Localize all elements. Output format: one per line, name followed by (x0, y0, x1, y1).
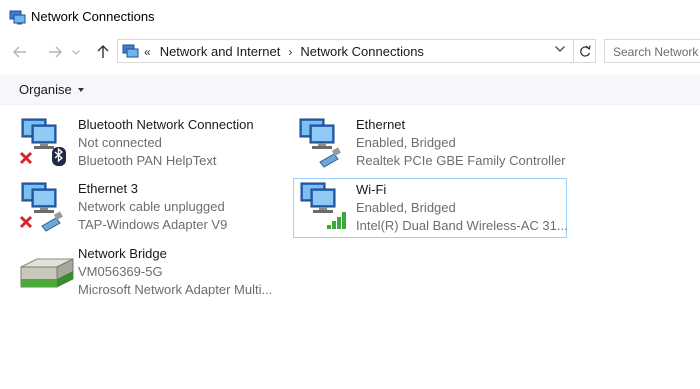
connection-device: Microsoft Network Adapter Multi... (78, 282, 273, 297)
ethernet-network-icon (299, 118, 341, 168)
window-title: Network Connections (31, 9, 155, 24)
connection-device: Bluetooth PAN HelpText (78, 153, 217, 168)
command-bar: Organise (0, 75, 700, 105)
search-placeholder: Search Network (613, 45, 699, 59)
organise-menu-button[interactable]: Organise (19, 82, 84, 97)
ethernet-network-icon (19, 182, 63, 232)
refresh-button[interactable] (573, 39, 596, 63)
error-x-icon (19, 151, 33, 165)
navigation-bar: « Network and Internet › Network Connect… (0, 37, 700, 67)
address-bar[interactable]: « Network and Internet › Network Connect… (117, 39, 596, 63)
connection-text: Bluetooth Network Connection Not connect… (78, 116, 254, 170)
breadcrumb-separator[interactable]: › (288, 45, 292, 59)
connection-status: Not connected (78, 135, 162, 150)
connection-item-wifi[interactable]: Wi-Fi Enabled, Bridged Intel(R) Dual Ban… (293, 178, 568, 238)
connection-device: Realtek PCIe GBE Family Controller (356, 153, 566, 168)
connection-name: Bluetooth Network Connection (78, 117, 254, 132)
connection-name: Ethernet (356, 117, 406, 132)
recent-locations-button[interactable] (69, 41, 83, 63)
title-bar: Network Connections (0, 0, 700, 36)
connection-text: Network Bridge VM056369-5G Microsoft Net… (78, 245, 272, 299)
chevron-down-icon (72, 49, 80, 55)
breadcrumb: « Network and Internet › Network Connect… (144, 44, 424, 59)
caret-down-icon (77, 87, 84, 92)
connection-status: Network cable unplugged (78, 199, 225, 214)
connection-status: Enabled, Bridged (356, 200, 456, 215)
connection-name: Wi-Fi (356, 182, 387, 197)
forward-button[interactable] (44, 41, 66, 63)
connection-device: Intel(R) Dual Band Wireless-AC 31... (356, 218, 568, 233)
connection-name: Network Bridge (78, 246, 167, 261)
connection-name: Ethernet 3 (78, 181, 138, 196)
back-arrow-icon (13, 46, 26, 58)
connection-status: Enabled, Bridged (356, 135, 456, 150)
connection-text: Ethernet 3 Network cable unplugged TAP-W… (78, 180, 227, 234)
organise-label: Organise (19, 82, 72, 97)
refresh-icon (580, 44, 591, 57)
connection-item-ethernet[interactable]: Ethernet Enabled, Bridged Realtek PCIe G… (296, 116, 596, 174)
connection-status: VM056369-5G (78, 264, 163, 279)
up-arrow-icon (97, 45, 109, 58)
connection-item-network-bridge[interactable]: Network Bridge VM056369-5G Microsoft Net… (18, 245, 288, 303)
bluetooth-network-icon (19, 118, 66, 166)
up-button[interactable] (92, 41, 114, 63)
connection-item-bluetooth[interactable]: Bluetooth Network Connection Not connect… (18, 116, 288, 174)
back-button[interactable] (9, 41, 31, 63)
address-dropdown-icon[interactable] (555, 46, 565, 52)
breadcrumb-network-connections[interactable]: Network Connections (300, 44, 424, 59)
network-bridge-icon (20, 258, 74, 288)
search-input[interactable]: Search Network (604, 39, 700, 63)
connection-device: TAP-Windows Adapter V9 (78, 217, 228, 232)
connection-text: Ethernet Enabled, Bridged Realtek PCIe G… (356, 116, 566, 170)
control-panel-icon (122, 44, 139, 58)
error-x-icon (19, 215, 33, 229)
connection-text: Wi-Fi Enabled, Bridged Intel(R) Dual Ban… (356, 181, 568, 235)
breadcrumb-overflow[interactable]: « (144, 45, 151, 59)
network-connections-icon (9, 10, 26, 25)
forward-arrow-icon (49, 46, 62, 58)
breadcrumb-network-and-internet[interactable]: Network and Internet (160, 44, 281, 59)
connection-item-ethernet-3[interactable]: Ethernet 3 Network cable unplugged TAP-W… (18, 180, 288, 238)
wifi-network-icon (300, 182, 346, 229)
